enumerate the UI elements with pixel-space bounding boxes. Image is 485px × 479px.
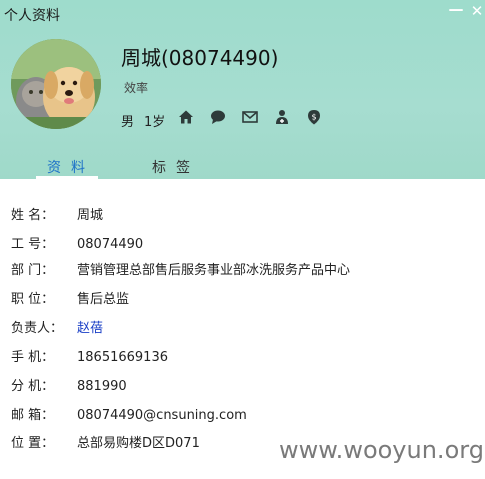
tab-info[interactable]: 资料 [47, 157, 95, 177]
detail-label: 邮 箱： [11, 408, 55, 423]
detail-label: 部 门： [11, 263, 55, 278]
svg-text:$: $ [311, 113, 316, 122]
detail-label: 工 号： [11, 237, 55, 252]
location-pin-icon[interactable]: $ [306, 109, 322, 125]
add-contact-icon[interactable] [274, 109, 290, 125]
window-title: 个人资料 [4, 8, 60, 24]
detail-value: 总部易购楼D区D071 [77, 436, 200, 451]
detail-row-mobile: 手 机： 18651669136 [11, 346, 168, 366]
detail-value: 18651669136 [77, 350, 168, 365]
detail-value: 08074490 [77, 237, 144, 252]
detail-value: 08074490@cnsuning.com [77, 408, 247, 423]
detail-label: 姓 名： [11, 208, 55, 223]
detail-label: 负责人： [11, 321, 64, 336]
detail-row-email: 邮 箱： 08074490@cnsuning.com [11, 404, 247, 424]
detail-row-location: 位 置： 总部易购楼D区D071 [11, 432, 200, 452]
age-label: 1岁 [144, 115, 166, 130]
manager-link[interactable]: 赵蓓 [77, 317, 103, 336]
detail-row-name: 姓 名： 周城 [11, 204, 103, 224]
profile-name: 周城(08074490) [121, 46, 279, 70]
gender-age: 男 1岁 [121, 111, 175, 130]
detail-label: 职 位： [11, 292, 55, 307]
detail-value: 营销管理总部售后服务事业部冰洗服务产品中心 [77, 263, 351, 278]
avatar-image [11, 39, 101, 129]
chat-bubble-icon[interactable] [210, 109, 226, 125]
detail-value: 周城 [77, 208, 104, 223]
detail-row-position: 职 位： 售后总监 [11, 288, 129, 308]
detail-value: 售后总监 [77, 292, 130, 307]
profile-window: 个人资料 — ✕ 周城(08074490) 效率 男 1岁 $ 资料 标签 姓 … [0, 0, 485, 479]
profile-header: 个人资料 — ✕ 周城(08074490) 效率 男 1岁 $ 资料 标签 [0, 0, 485, 179]
detail-value: 881990 [77, 379, 127, 394]
tab-tags[interactable]: 标签 [152, 157, 200, 177]
close-button[interactable]: ✕ [468, 2, 485, 20]
avatar[interactable] [11, 39, 101, 129]
detail-label: 位 置： [11, 436, 55, 451]
action-icons: $ [178, 109, 322, 127]
detail-row-department: 部 门： 营销管理总部售后服务事业部冰洗服务产品中心 [11, 259, 350, 279]
mail-icon[interactable] [242, 109, 258, 125]
profile-signature: 效率 [124, 81, 149, 95]
detail-label: 分 机： [11, 379, 55, 394]
detail-row-employee-id: 工 号： 08074490 [11, 233, 143, 253]
home-icon[interactable] [178, 109, 194, 125]
details-panel: 姓 名： 周城 工 号： 08074490 部 门： 营销管理总部售后服务事业部冰洗服… [0, 179, 485, 479]
gender-label: 男 [121, 115, 135, 130]
watermark: www.wooyun.org [279, 436, 484, 464]
detail-label: 手 机： [11, 350, 55, 365]
minimize-button[interactable]: — [447, 0, 465, 18]
detail-row-manager: 负责人： 赵蓓 [11, 317, 103, 337]
detail-row-extension: 分 机： 881990 [11, 375, 127, 395]
